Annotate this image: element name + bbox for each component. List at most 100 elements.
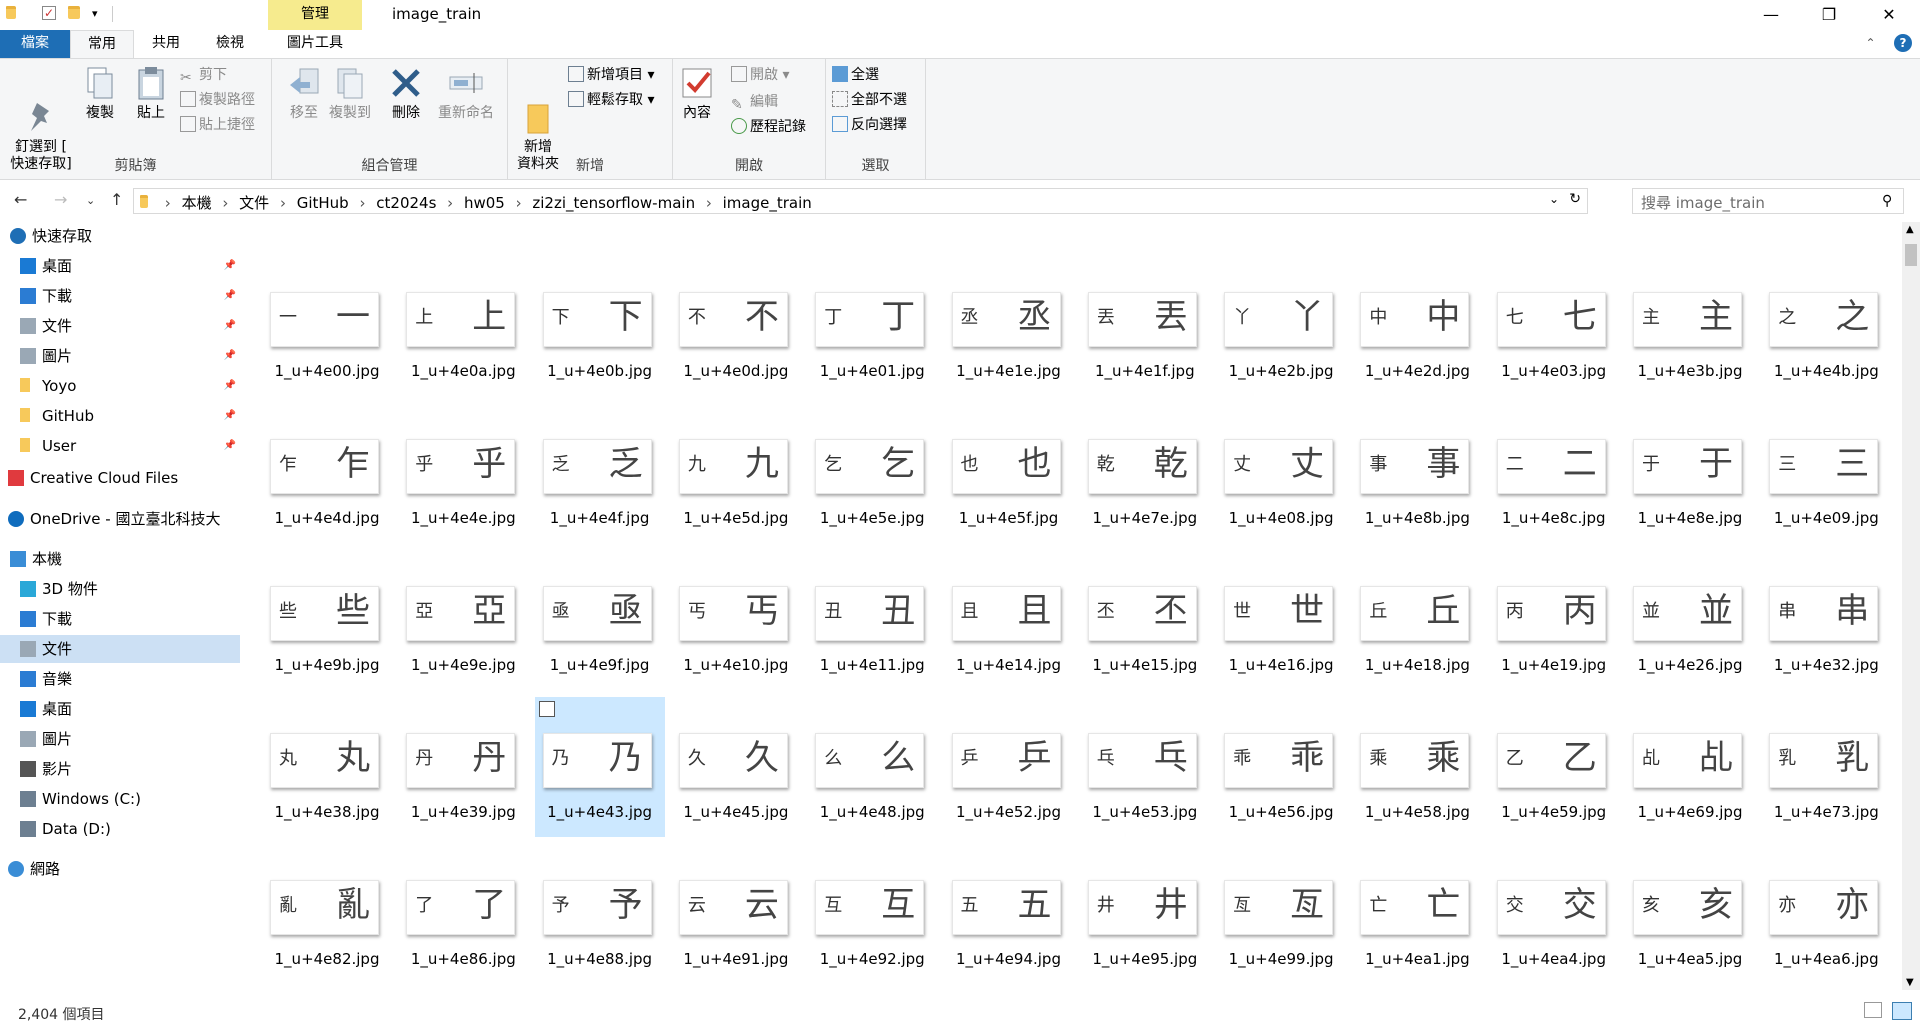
history-button[interactable]: 歷程記錄: [731, 117, 806, 137]
select-checkbox[interactable]: [538, 701, 555, 717]
file-item[interactable]: 丈丈 1_u+4e08.jpg: [1216, 403, 1346, 543]
breadcrumb-ct2024s[interactable]: ct2024s: [376, 194, 436, 212]
file-item[interactable]: 並並 1_u+4e26.jpg: [1625, 550, 1755, 690]
file-item[interactable]: 下下 1_u+4e0b.jpg: [535, 256, 665, 396]
file-item[interactable]: 乓乓 1_u+4e53.jpg: [1080, 697, 1210, 837]
sidebar-item[interactable]: 圖片: [0, 725, 240, 753]
copy-to-button[interactable]: 複製到: [328, 65, 372, 122]
cut-button[interactable]: ✂ 剪下: [180, 65, 227, 86]
open-button[interactable]: 開啟 ▾: [731, 65, 789, 85]
help-icon[interactable]: ?: [1894, 34, 1912, 52]
sidebar-item[interactable]: 下載: [0, 605, 240, 633]
tab-file[interactable]: 檔案: [0, 30, 70, 58]
file-item[interactable]: 乳乳 1_u+4e73.jpg: [1761, 697, 1891, 837]
sidebar-item[interactable]: Data (D:): [0, 815, 240, 843]
file-item[interactable]: 予予 1_u+4e88.jpg: [535, 844, 665, 984]
move-to-button[interactable]: 移至: [286, 65, 322, 122]
file-item[interactable]: 一一 1_u+4e00.jpg: [262, 256, 392, 396]
scroll-down-icon[interactable]: ▼: [1906, 977, 1914, 988]
file-item[interactable]: 亥亥 1_u+4ea5.jpg: [1625, 844, 1755, 984]
collapse-ribbon-icon[interactable]: ⌃: [1865, 36, 1875, 50]
file-item[interactable]: 事事 1_u+4e8b.jpg: [1352, 403, 1482, 543]
scroll-up-icon[interactable]: ▲: [1906, 224, 1914, 235]
file-item[interactable]: 中中 1_u+4e2d.jpg: [1352, 256, 1482, 396]
minimize-button[interactable]: —: [1740, 0, 1802, 30]
sidebar-item[interactable]: User 📌: [0, 432, 240, 460]
up-arrow-icon[interactable]: ↑: [110, 190, 123, 209]
sidebar-item[interactable]: OneDrive - 國立臺北科技大: [0, 505, 240, 533]
file-item[interactable]: 互互 1_u+4e92.jpg: [807, 844, 937, 984]
paste-shortcut-button[interactable]: 貼上捷徑: [180, 115, 255, 135]
sidebar-item[interactable]: 本機: [0, 545, 240, 573]
easy-access-button[interactable]: 輕鬆存取 ▾: [568, 90, 654, 110]
file-item[interactable]: 久久 1_u+4e45.jpg: [671, 697, 801, 837]
recent-locations-icon[interactable]: ⌄: [86, 194, 95, 207]
file-item[interactable]: 乒乒 1_u+4e52.jpg: [944, 697, 1074, 837]
file-item[interactable]: 二二 1_u+4e8c.jpg: [1489, 403, 1619, 543]
file-item[interactable]: 乏乏 1_u+4e4f.jpg: [535, 403, 665, 543]
file-item[interactable]: 串串 1_u+4e32.jpg: [1761, 550, 1891, 690]
file-item[interactable]: 乘乘 1_u+4e58.jpg: [1352, 697, 1482, 837]
address-dropdown-icon[interactable]: ⌄: [1549, 192, 1559, 206]
file-item[interactable]: 乩乩 1_u+4e69.jpg: [1625, 697, 1755, 837]
breadcrumb-image-train[interactable]: image_train: [723, 194, 812, 212]
file-item[interactable]: 丟丟 1_u+4e1f.jpg: [1080, 256, 1210, 396]
back-arrow-icon[interactable]: ←: [14, 190, 27, 209]
file-item[interactable]: 乞乞 1_u+4e5e.jpg: [807, 403, 937, 543]
file-item[interactable]: 乖乖 1_u+4e56.jpg: [1216, 697, 1346, 837]
breadcrumb-this-pc[interactable]: 本機: [182, 194, 212, 212]
sidebar-item[interactable]: 下載 📌: [0, 282, 240, 310]
file-item[interactable]: 亡亡 1_u+4ea1.jpg: [1352, 844, 1482, 984]
search-icon[interactable]: ⚲: [1882, 193, 1892, 209]
file-item[interactable]: 丕丕 1_u+4e15.jpg: [1080, 550, 1210, 690]
file-item[interactable]: 了了 1_u+4e86.jpg: [398, 844, 528, 984]
file-item[interactable]: 云云 1_u+4e91.jpg: [671, 844, 801, 984]
vertical-scrollbar[interactable]: ▲ ▼: [1902, 222, 1920, 990]
file-item[interactable]: 亙亙 1_u+4e99.jpg: [1216, 844, 1346, 984]
file-item[interactable]: 丑丑 1_u+4e11.jpg: [807, 550, 937, 690]
file-item[interactable]: 丞丞 1_u+4e1e.jpg: [944, 256, 1074, 396]
file-item[interactable]: 交交 1_u+4ea4.jpg: [1489, 844, 1619, 984]
new-item-button[interactable]: 新增項目 ▾: [568, 65, 654, 85]
properties-button[interactable]: 內容: [679, 65, 715, 122]
sidebar-item[interactable]: Windows (C:): [0, 785, 240, 813]
file-item[interactable]: 乾乾 1_u+4e7e.jpg: [1080, 403, 1210, 543]
file-item[interactable]: 七七 1_u+4e03.jpg: [1489, 256, 1619, 396]
sidebar-item[interactable]: 桌面 📌: [0, 252, 240, 280]
tab-home[interactable]: 常用: [70, 30, 134, 58]
details-view-icon[interactable]: [1864, 1002, 1882, 1018]
file-item[interactable]: 亦亦 1_u+4ea6.jpg: [1761, 844, 1891, 984]
sidebar-item[interactable]: Creative Cloud Files: [0, 464, 240, 492]
scroll-thumb[interactable]: [1905, 244, 1917, 266]
rename-button[interactable]: 重新命名: [434, 65, 498, 122]
file-item[interactable]: 乍乍 1_u+4e4d.jpg: [262, 403, 392, 543]
paste-button[interactable]: 貼上: [131, 65, 171, 122]
sidebar-item[interactable]: 音樂: [0, 665, 240, 693]
file-item[interactable]: 丐丐 1_u+4e10.jpg: [671, 550, 801, 690]
file-item[interactable]: 井井 1_u+4e95.jpg: [1080, 844, 1210, 984]
new-folder-qa-icon[interactable]: [68, 6, 84, 22]
file-item[interactable]: 丘丘 1_u+4e18.jpg: [1352, 550, 1482, 690]
copy-button[interactable]: 複製: [80, 65, 120, 122]
sidebar-item[interactable]: 網路: [0, 855, 240, 883]
tab-picture-tools[interactable]: 圖片工具: [268, 30, 362, 58]
file-item[interactable]: 三三 1_u+4e09.jpg: [1761, 403, 1891, 543]
file-item[interactable]: 也也 1_u+4e5f.jpg: [944, 403, 1074, 543]
sidebar-item[interactable]: 桌面: [0, 695, 240, 723]
breadcrumb-zi2zi[interactable]: zi2zi_tensorflow-main: [532, 194, 695, 212]
sidebar-item[interactable]: 影片: [0, 755, 240, 783]
file-item[interactable]: 么么 1_u+4e48.jpg: [807, 697, 937, 837]
refresh-icon[interactable]: ↻: [1569, 191, 1581, 207]
select-none-button[interactable]: 全部不選: [832, 90, 907, 110]
file-item[interactable]: 丁丁 1_u+4e01.jpg: [807, 256, 937, 396]
forward-arrow-icon[interactable]: →: [54, 190, 67, 209]
delete-button[interactable]: 刪除: [388, 65, 424, 122]
file-item[interactable]: 亞亞 1_u+4e9e.jpg: [398, 550, 528, 690]
sidebar-item[interactable]: GitHub 📌: [0, 402, 240, 430]
file-item[interactable]: 主主 1_u+4e3b.jpg: [1625, 256, 1755, 396]
breadcrumb-documents[interactable]: 文件: [239, 194, 269, 212]
file-item[interactable]: 丫丫 1_u+4e2b.jpg: [1216, 256, 1346, 396]
breadcrumb-github[interactable]: GitHub: [297, 194, 349, 212]
file-item[interactable]: 乎乎 1_u+4e4e.jpg: [398, 403, 528, 543]
file-item[interactable]: 九九 1_u+4e5d.jpg: [671, 403, 801, 543]
